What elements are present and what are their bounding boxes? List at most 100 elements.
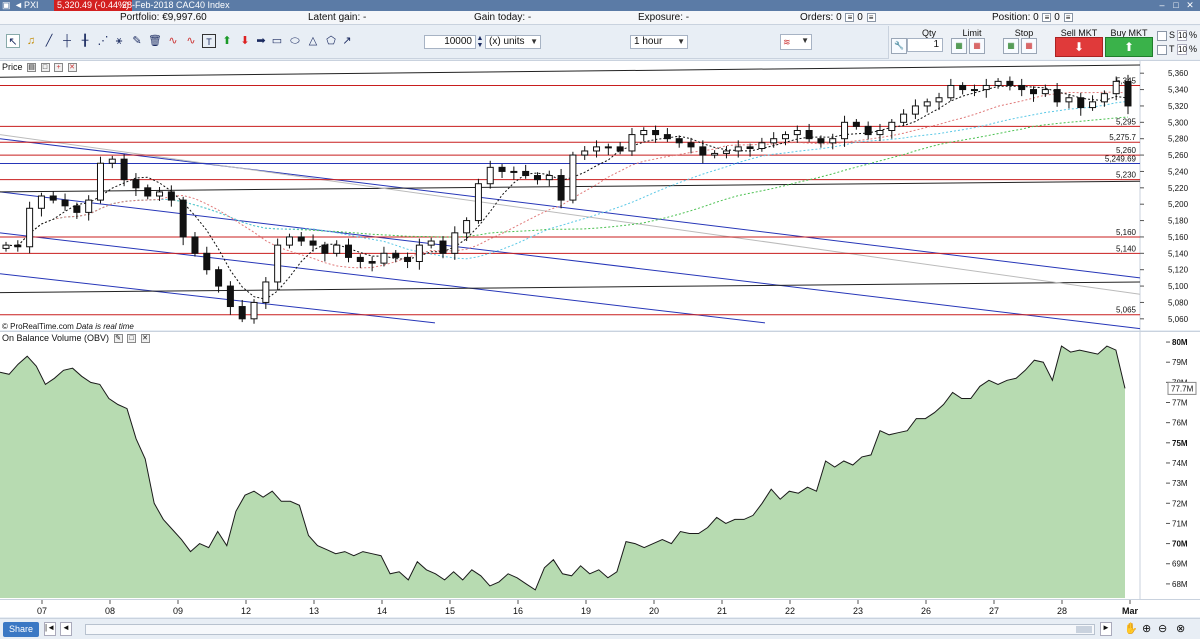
candle-body: [746, 146, 754, 150]
qty-label: Qty: [921, 28, 936, 38]
target-checkbox[interactable]: [1157, 45, 1167, 55]
position-detail-icon[interactable]: ≡: [1063, 12, 1073, 22]
price-tick-label: 5,300: [1168, 118, 1189, 127]
limit-sell-button[interactable]: ▦: [969, 38, 985, 54]
rectangle-tool-icon[interactable]: ▭: [270, 34, 284, 48]
units-select-value: (x) units: [489, 36, 525, 47]
share-button[interactable]: Share: [3, 622, 39, 637]
obv-chart[interactable]: 80M79M78M77M76M75M74M73M72M71M70M69M68M7…: [0, 332, 1200, 600]
scrollbar-thumb[interactable]: [1076, 626, 1092, 633]
candle-body: [49, 195, 57, 201]
candle-body: [297, 236, 305, 242]
triangle-tool-icon[interactable]: △: [306, 34, 320, 48]
candle-body: [108, 158, 116, 164]
account-info-bar: Portfolio: €9,997.60 Latent gain: - Gain…: [0, 11, 1200, 25]
stop-sell-button[interactable]: ▦: [1021, 38, 1037, 54]
candle-body: [215, 269, 223, 287]
buy-arrow-icon: ⬆: [1123, 40, 1135, 54]
maximize-pane-icon[interactable]: □: [127, 334, 137, 344]
properties-icon[interactable]: ▤: [27, 63, 37, 73]
units-select[interactable]: (x) units ▼: [485, 35, 541, 49]
magnet-tool-icon[interactable]: ✎: [130, 34, 144, 48]
resistance-line-top: [0, 64, 1141, 78]
retracement-tool-icon[interactable]: ∿: [184, 34, 198, 48]
quantity-input[interactable]: 10000: [424, 35, 476, 49]
obv-last-value: 77.7M: [1171, 384, 1194, 393]
sell-market-button[interactable]: ⬇: [1055, 37, 1103, 57]
t-value[interactable]: 10: [1177, 44, 1187, 55]
title-bar: ▣ ◄ PXI 5,320.49 (-0.44%) 28-Feb-2018 CA…: [0, 0, 1200, 11]
close-pane-icon[interactable]: ✕: [140, 334, 150, 344]
channel-tool-icon[interactable]: ⋰: [96, 34, 110, 48]
wrench-icon[interactable]: 🔧: [891, 38, 907, 54]
candle-body: [498, 166, 506, 172]
position-label: Position: 0: [992, 12, 1039, 23]
orders-detail-icon[interactable]: ≡: [866, 12, 876, 22]
candle-body: [262, 281, 270, 303]
measure-tool-icon[interactable]: ↗: [340, 34, 354, 48]
latent-gain: Latent gain: -: [308, 12, 367, 23]
chart-scrollbar[interactable]: [85, 624, 1095, 635]
ellipse-tool-icon[interactable]: ⬭: [288, 34, 302, 48]
price-chart-pane[interactable]: Price ▤ □ + ✕ 5,3455,2955,275.75,2605,24…: [0, 60, 1200, 331]
timeframe-select[interactable]: 1 hour ▼: [630, 35, 688, 49]
chart-indicator-menu[interactable]: ≋ ▼: [780, 34, 812, 50]
maximize-icon[interactable]: □: [1170, 0, 1182, 11]
obv-tick-label: 68M: [1172, 580, 1188, 589]
candle-body: [2, 244, 10, 249]
candle-body: [1018, 84, 1026, 91]
price-chart[interactable]: 5,3455,2955,275.75,2605,249.695,2305,160…: [0, 61, 1200, 331]
stop-checkbox[interactable]: [1157, 31, 1167, 41]
candle-body: [427, 240, 435, 246]
horizontal-line-tool-icon[interactable]: ┼: [60, 34, 74, 48]
scroll-left-icon[interactable]: ◄: [60, 622, 72, 636]
limit-buy-button[interactable]: ▦: [951, 38, 967, 54]
candle-body: [451, 232, 459, 254]
polygon-tool-icon[interactable]: ⬠: [324, 34, 338, 48]
obv-indicator-pane[interactable]: On Balance Volume (OBV) ✎ □ ✕ 80M79M78M7…: [0, 331, 1200, 600]
scroll-start-icon[interactable]: |◄: [44, 622, 56, 636]
scroll-right-icon[interactable]: ►: [1100, 622, 1112, 636]
s-value[interactable]: 10: [1177, 30, 1187, 41]
zoom-out-icon[interactable]: ⊖: [1158, 622, 1167, 635]
minimize-icon[interactable]: –: [1156, 0, 1168, 11]
arrow-right-icon[interactable]: ➡: [254, 34, 268, 48]
nav-arrow-icon[interactable]: ◄: [14, 0, 23, 11]
alert-bell-icon[interactable]: ♫: [24, 34, 38, 48]
close-pane-icon[interactable]: ✕: [67, 63, 77, 73]
candle-body: [675, 138, 683, 144]
quantity-stepper[interactable]: ▲ ▼: [475, 35, 485, 49]
stop-buy-button[interactable]: ▦: [1003, 38, 1019, 54]
candle-body: [439, 240, 447, 254]
time-label: 20: [649, 606, 659, 616]
sell-arrow-icon[interactable]: ⬇: [238, 34, 252, 48]
candle-body: [1077, 97, 1085, 109]
qty-input[interactable]: 1: [907, 38, 943, 52]
price-tick-label: 5,100: [1168, 282, 1189, 291]
zoom-in-icon[interactable]: ⊕: [1142, 622, 1151, 635]
fibonacci-tool-icon[interactable]: ∿: [166, 34, 180, 48]
time-label: 22: [785, 606, 795, 616]
add-indicator-icon[interactable]: +: [54, 63, 64, 73]
candle-body: [1100, 93, 1108, 103]
trendline-tool-icon[interactable]: ╱: [42, 34, 56, 48]
close-icon[interactable]: ✕: [1184, 0, 1196, 11]
buy-arrow-icon[interactable]: ⬆: [220, 34, 234, 48]
hand-tool-icon[interactable]: ✋: [1124, 622, 1138, 635]
orders-list-icon[interactable]: ≡: [845, 12, 855, 22]
candle-body: [687, 142, 695, 148]
trash-icon[interactable]: 🗑: [148, 34, 162, 48]
candle-body: [604, 146, 612, 149]
reset-zoom-icon[interactable]: ⊗: [1176, 622, 1185, 635]
text-tool-icon[interactable]: T: [202, 34, 216, 48]
candle-body: [1053, 89, 1061, 103]
fan-tool-icon[interactable]: ⚹: [112, 34, 126, 48]
pointer-tool-icon[interactable]: ↖: [6, 34, 20, 48]
properties-icon[interactable]: ✎: [113, 334, 123, 344]
buy-market-button[interactable]: ⬆: [1105, 37, 1153, 57]
position-list-icon[interactable]: ≡: [1042, 12, 1052, 22]
price-tick-label: 5,180: [1168, 217, 1189, 226]
orders-count: 0: [857, 12, 863, 23]
maximize-pane-icon[interactable]: □: [40, 63, 50, 73]
vertical-line-tool-icon[interactable]: ╂: [78, 34, 92, 48]
